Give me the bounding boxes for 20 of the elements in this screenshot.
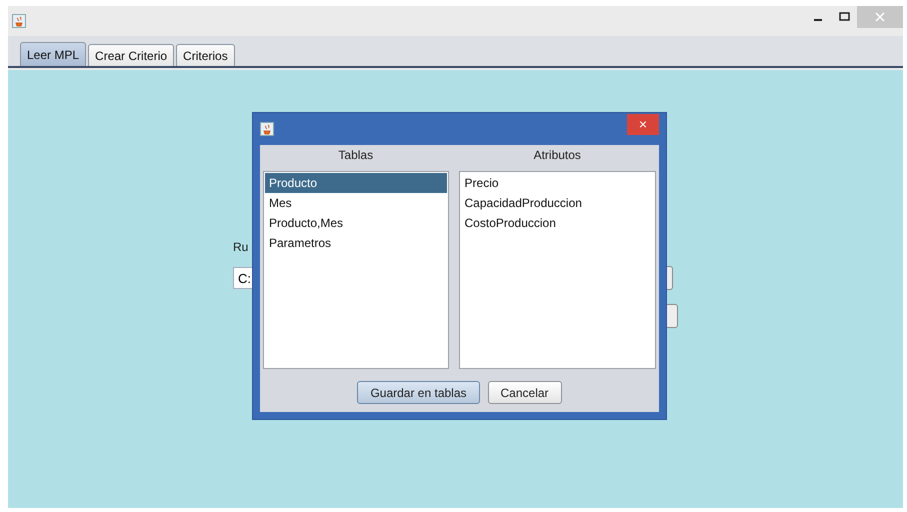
app-icon bbox=[12, 14, 26, 28]
list-box[interactable]: Producto Mes Producto,Mes Parametros bbox=[263, 171, 449, 369]
column-heading: Tablas bbox=[337, 147, 374, 164]
column-heading: Atributos bbox=[532, 147, 582, 164]
list-item[interactable]: CapacidadProduccion bbox=[460, 193, 654, 213]
list-item[interactable]: Producto bbox=[265, 173, 447, 193]
field-label: Ru bbox=[233, 240, 248, 254]
dialog-button[interactable]: Cancelar bbox=[488, 381, 562, 404]
tab[interactable]: Criterios bbox=[176, 44, 235, 66]
list-item[interactable]: Parametros bbox=[265, 233, 447, 253]
list-item[interactable]: Mes bbox=[265, 193, 447, 213]
close-button[interactable]: × bbox=[627, 114, 659, 134]
list-item[interactable]: Precio bbox=[460, 173, 654, 193]
dialog-icon bbox=[260, 122, 274, 136]
tab[interactable]: Crear Criterio bbox=[88, 44, 174, 66]
list-item[interactable]: CostoProduccion bbox=[460, 213, 654, 233]
dialog-button[interactable]: Guardar en tablas bbox=[357, 381, 480, 404]
list-item[interactable]: Producto,Mes bbox=[265, 213, 447, 233]
tab[interactable]: Leer MPL bbox=[20, 42, 86, 66]
list-box[interactable]: Precio CapacidadProduccion CostoProduccion bbox=[458, 171, 656, 369]
